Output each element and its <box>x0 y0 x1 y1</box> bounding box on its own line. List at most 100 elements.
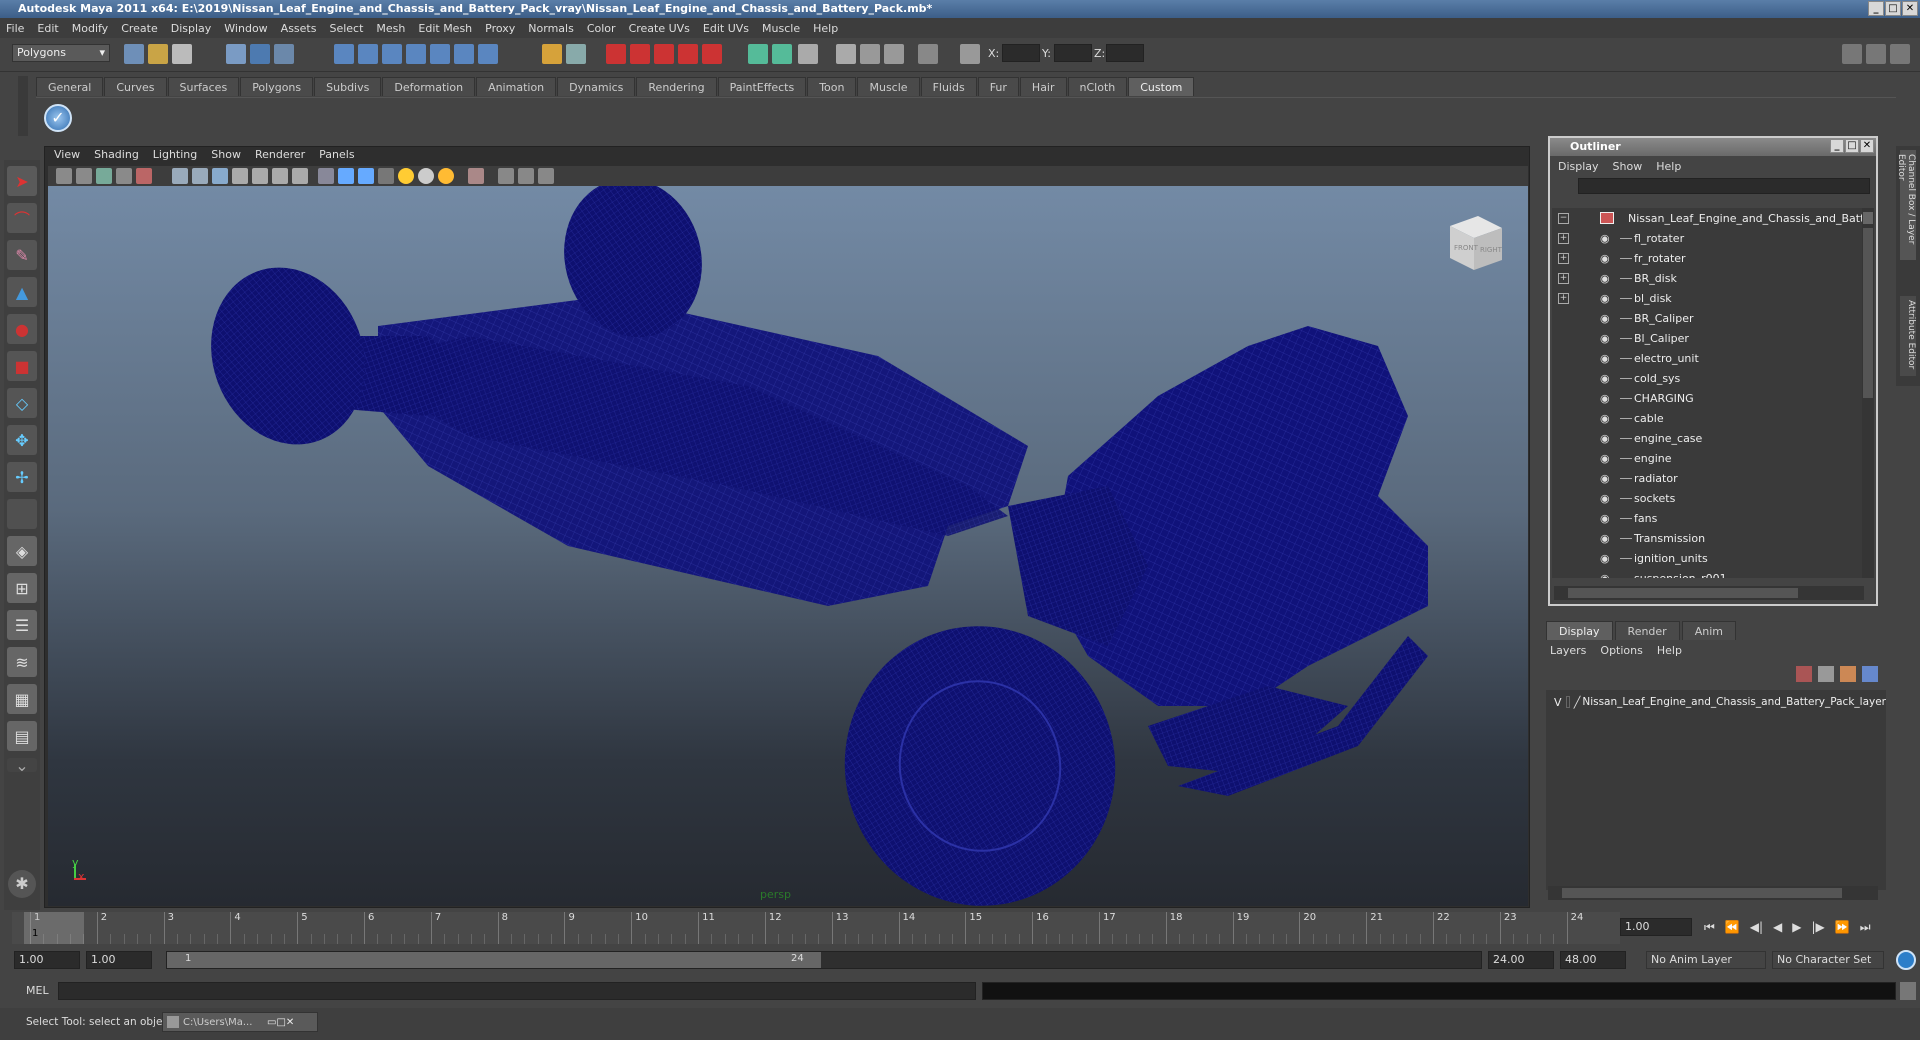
maximize-button[interactable]: □ <box>1885 1 1901 16</box>
render-view-icon[interactable] <box>836 44 856 64</box>
current-frame-field[interactable]: 1.00 <box>1620 918 1692 936</box>
outliner-minimize-button[interactable]: _ <box>1830 139 1844 153</box>
construction-history-icon[interactable] <box>542 44 562 64</box>
move-up-layer-icon[interactable] <box>1840 666 1856 682</box>
layer-visibility-toggle[interactable]: V <box>1554 696 1562 709</box>
shelf-tab-fur[interactable]: Fur <box>977 77 1019 96</box>
expand-icon[interactable]: + <box>1558 292 1569 304</box>
visibility-eye-icon[interactable]: ◉ <box>1600 372 1610 385</box>
menu-modify[interactable]: Modify <box>72 22 108 35</box>
vp-menu-renderer[interactable]: Renderer <box>255 148 305 164</box>
character-set-dropdown[interactable]: No Character Set <box>1772 951 1884 969</box>
visibility-eye-icon[interactable]: ◉ <box>1600 532 1610 545</box>
shelf-tab-polygons[interactable]: Polygons <box>240 77 314 96</box>
four-view-layout-icon[interactable]: ⊞ <box>7 573 37 603</box>
show-channel-box-icon[interactable] <box>1890 44 1910 64</box>
close-button[interactable]: ✕ <box>1902 1 1918 16</box>
visibility-eye-icon[interactable]: ◉ <box>1600 492 1610 505</box>
last-tool-icon[interactable] <box>7 499 37 529</box>
gate-mask-icon[interactable] <box>232 168 248 184</box>
layer-menu-layers[interactable]: Layers <box>1550 644 1586 657</box>
anim-layer-dropdown[interactable]: No Anim Layer <box>1646 951 1766 969</box>
visibility-eye-icon[interactable]: ◉ <box>1600 392 1610 405</box>
command-language-label[interactable]: MEL <box>26 984 49 997</box>
textured-icon[interactable] <box>378 168 394 184</box>
menu-edit-uvs[interactable]: Edit UVs <box>703 22 749 35</box>
snap-help-icon[interactable] <box>478 44 498 64</box>
all-lights-icon[interactable] <box>418 168 434 184</box>
snap-plane-icon[interactable] <box>406 44 426 64</box>
field-chart-icon[interactable] <box>252 168 268 184</box>
attribute-spread-icon[interactable] <box>798 44 818 64</box>
channel-box-tab[interactable]: Channel Box / Layer Editor <box>1896 150 1916 260</box>
vp-menu-shading[interactable]: Shading <box>94 148 139 164</box>
y-field[interactable] <box>1054 44 1092 62</box>
select-hierarchy-icon[interactable] <box>226 44 246 64</box>
shelf-tab-hair[interactable]: Hair <box>1019 77 1067 96</box>
image-plane-icon[interactable] <box>116 168 132 184</box>
camera-select-icon[interactable] <box>56 168 72 184</box>
outliner-item[interactable]: ◉ fans <box>1552 508 1862 528</box>
safe-action-icon[interactable] <box>272 168 288 184</box>
outliner-item[interactable]: ◉ engine <box>1552 448 1862 468</box>
menu-normals[interactable]: Normals <box>528 22 574 35</box>
lasso-tool-icon[interactable]: ⌒ <box>7 203 37 233</box>
shelf-tab-fluids[interactable]: Fluids <box>920 77 977 96</box>
shelf-tab-dynamics[interactable]: Dynamics <box>557 77 636 96</box>
outliner-item[interactable]: ◉ suspension_r001 <box>1552 568 1862 579</box>
vp-menu-view[interactable]: View <box>54 148 80 164</box>
expand-icon[interactable]: + <box>1558 232 1569 244</box>
layer-tab-render[interactable]: Render <box>1614 621 1680 640</box>
grease-pencil-icon[interactable] <box>136 168 152 184</box>
playback-start-field[interactable]: 1.00 <box>86 951 152 969</box>
layer-menu-help[interactable]: Help <box>1657 644 1682 657</box>
new-layer-selected-icon[interactable] <box>1818 666 1834 682</box>
ipr-render-icon[interactable] <box>654 44 674 64</box>
absolute-transform-icon[interactable] <box>918 44 938 64</box>
outliner-close-button[interactable]: ✕ <box>1860 139 1874 153</box>
menu-create-uvs[interactable]: Create UVs <box>629 22 690 35</box>
mode-selector[interactable]: Polygons ▾ <box>12 44 110 62</box>
magnet-icon[interactable] <box>606 44 626 64</box>
step-forward-key-icon[interactable]: ⏩ <box>1835 920 1850 935</box>
transform-mode-icon[interactable] <box>960 44 980 64</box>
visibility-eye-icon[interactable]: ◉ <box>1600 452 1610 465</box>
visibility-eye-icon[interactable]: ◉ <box>1600 512 1610 525</box>
outliner-menu-display[interactable]: Display <box>1558 160 1599 173</box>
range-slider[interactable]: 1 24 <box>166 951 1482 969</box>
shelf-tab-surfaces[interactable]: Surfaces <box>167 77 240 96</box>
snap-curve-icon[interactable] <box>358 44 378 64</box>
vp-menu-panels[interactable]: Panels <box>319 148 354 164</box>
restore-icon[interactable]: ▭□✕ <box>267 1017 294 1028</box>
outliner-item[interactable]: + ◉ fl_rotater <box>1552 228 1862 248</box>
visibility-eye-icon[interactable]: ◉ <box>1600 232 1610 245</box>
wireframe-on-shaded-icon[interactable] <box>358 168 374 184</box>
render-icon[interactable] <box>630 44 650 64</box>
resolution-gate-icon[interactable] <box>212 168 228 184</box>
outliner-horizontal-scrollbar[interactable] <box>1554 586 1864 600</box>
shutter-icon[interactable] <box>884 44 904 64</box>
graph-layout-icon[interactable]: ≋ <box>7 647 37 677</box>
render-settings-icon[interactable] <box>678 44 698 64</box>
paint-select-icon[interactable]: ✎ <box>7 240 37 270</box>
vp-menu-lighting[interactable]: Lighting <box>153 148 197 164</box>
outliner-item[interactable]: ◉ Bl_Caliper <box>1552 328 1862 348</box>
outliner-item[interactable]: ◉ CHARGING <box>1552 388 1862 408</box>
shelf-handle[interactable] <box>18 76 28 136</box>
scale-tool-icon[interactable]: ■ <box>7 351 37 381</box>
new-scene-icon[interactable] <box>124 44 144 64</box>
new-layer-empty-icon[interactable] <box>1796 666 1812 682</box>
outliner-maximize-button[interactable]: □ <box>1845 139 1859 153</box>
outliner-item[interactable]: ◉ cold_sys <box>1552 368 1862 388</box>
auto-key-icon[interactable] <box>1896 950 1916 970</box>
minimized-window-tab[interactable]: C:\Users\Ma... ▭□✕ <box>162 1012 318 1032</box>
expand-icon[interactable]: + <box>1558 252 1569 264</box>
menu-help[interactable]: Help <box>813 22 838 35</box>
outliner-item[interactable]: ◉ ignition_units <box>1552 548 1862 568</box>
snap-live-icon[interactable] <box>430 44 450 64</box>
film-gate-icon[interactable] <box>192 168 208 184</box>
outliner-layout-icon[interactable]: ☰ <box>7 610 37 640</box>
go-to-end-icon[interactable]: ⏭ <box>1860 920 1871 935</box>
bookmark-icon[interactable] <box>96 168 112 184</box>
smooth-shade-icon[interactable] <box>338 168 354 184</box>
